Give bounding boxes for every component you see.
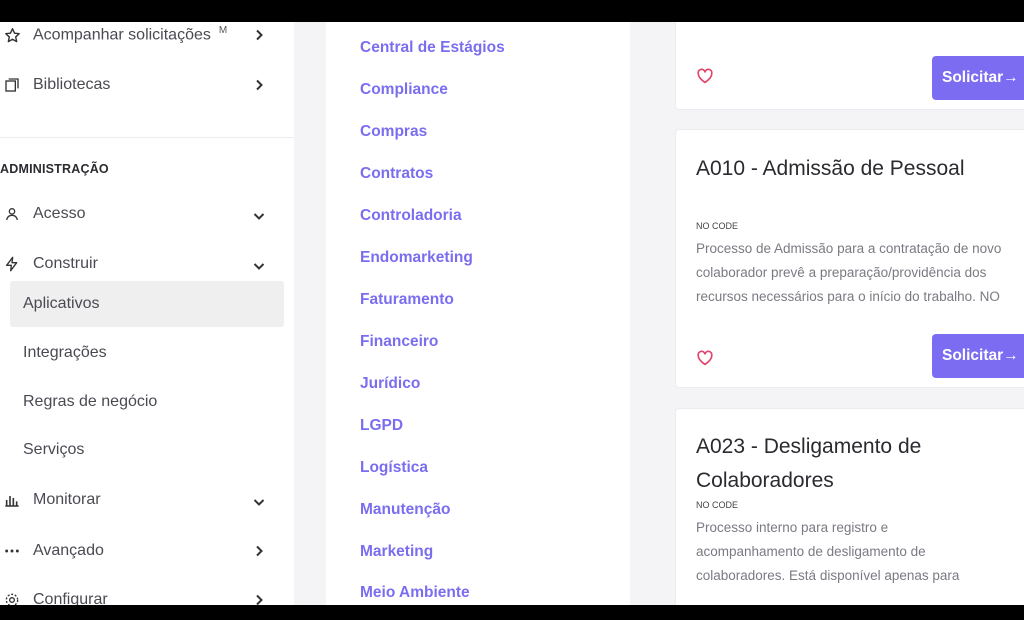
category-link[interactable]: Financeiro xyxy=(360,333,438,351)
solicitar-button[interactable]: Solicitar→ xyxy=(932,56,1024,100)
bolt-icon xyxy=(3,255,21,273)
category-panel: Central de Estágios Compliance Compras C… xyxy=(326,22,630,605)
sidebar-item-label: Regras de negócio xyxy=(23,393,158,410)
star-icon xyxy=(3,26,21,44)
sidebar-item-label: Acesso xyxy=(33,205,86,222)
sidebar-divider xyxy=(0,137,294,138)
chevron-right-icon xyxy=(256,79,263,91)
chevron-down-icon xyxy=(253,213,265,220)
chevron-down-icon xyxy=(253,499,265,506)
sidebar: Acompanhar solicitações M Bibliotecas ADM… xyxy=(0,22,294,605)
category-link[interactable]: Controladoria xyxy=(360,207,462,225)
more-dots-icon xyxy=(3,542,21,560)
category-link[interactable]: Contratos xyxy=(360,165,433,183)
user-icon xyxy=(3,205,21,223)
card-description: Processo interno para registro e acompan… xyxy=(696,520,960,583)
library-icon xyxy=(3,76,21,94)
chevron-down-icon xyxy=(253,263,265,270)
sidebar-item-label: Configurar xyxy=(33,591,108,605)
category-link[interactable]: Jurídico xyxy=(360,375,420,393)
category-link[interactable]: Faturamento xyxy=(360,291,454,309)
chevron-right-icon xyxy=(256,29,263,41)
category-link[interactable]: Compras xyxy=(360,123,427,141)
heart-icon[interactable] xyxy=(696,349,714,367)
sidebar-item-label: Aplicativos xyxy=(23,295,100,312)
bar-chart-icon xyxy=(3,491,21,509)
category-link[interactable]: Manutenção xyxy=(360,501,450,519)
section-title-administracao: ADMINISTRAÇÃO xyxy=(0,162,109,176)
settings-icon xyxy=(3,591,21,605)
card-tag: NO CODE xyxy=(696,221,739,231)
sidebar-item-bibliotecas[interactable]: Bibliotecas xyxy=(0,64,284,106)
card-tag: NO CODE xyxy=(696,500,739,510)
solicitar-button[interactable]: Solicitar→ xyxy=(932,334,1024,378)
sidebar-item-avancado[interactable]: Avançado xyxy=(0,530,284,572)
heart-icon[interactable] xyxy=(696,67,714,85)
sidebar-item-label: Avançado xyxy=(33,542,104,559)
sidebar-item-construir[interactable]: Construir xyxy=(0,243,284,285)
chevron-right-icon xyxy=(256,594,263,605)
sidebar-subitem-aplicativos[interactable]: Aplicativos xyxy=(10,281,284,327)
sidebar-item-label: Monitorar xyxy=(33,491,101,508)
sidebar-item-monitorar[interactable]: Monitorar xyxy=(0,479,284,521)
service-card: A010 - Admissão de Pessoal NO CODE Proce… xyxy=(675,129,1024,388)
category-link[interactable]: Endomarketing xyxy=(360,249,473,267)
sidebar-subitem-integracoes[interactable]: Integrações xyxy=(10,330,284,376)
category-link[interactable]: Compliance xyxy=(360,81,448,99)
sidebar-subitem-servicos[interactable]: Serviços xyxy=(10,427,284,473)
sidebar-item-label: Acompanhar solicitações xyxy=(33,26,211,44)
category-link[interactable]: Meio Ambiente xyxy=(360,584,470,602)
sidebar-item-configurar[interactable]: Configurar xyxy=(0,579,284,605)
service-card: A023 - Desligamento de Colaboradores NO … xyxy=(675,408,1024,605)
category-link[interactable]: LGPD xyxy=(360,417,403,435)
category-link[interactable]: Logística xyxy=(360,459,428,477)
category-link[interactable]: Central de Estágios xyxy=(360,39,505,57)
card-title: A023 - Desligamento de Colaboradores xyxy=(696,435,922,492)
sidebar-item-label: Integrações xyxy=(23,344,107,361)
category-link[interactable]: Marketing xyxy=(360,543,433,561)
sidebar-item-label: Serviços xyxy=(23,441,85,458)
sidebar-item-label: Bibliotecas xyxy=(33,76,111,93)
sidebar-subitem-regras-de-negocio[interactable]: Regras de negócio xyxy=(10,379,284,425)
app-screen: Acompanhar solicitações M Bibliotecas ADM… xyxy=(0,22,1024,605)
card-description: Processo de Admissão para a contratação … xyxy=(696,241,1002,304)
card-title: A010 - Admissão de Pessoal xyxy=(696,157,965,180)
sidebar-item-label: Construir xyxy=(33,255,98,272)
badge: M xyxy=(218,25,228,37)
chevron-right-icon xyxy=(256,545,263,557)
service-card: Solicitar→ xyxy=(675,22,1024,110)
sidebar-item-acesso[interactable]: Acesso xyxy=(0,193,284,235)
sidebar-item-acompanhar-solicitacoes[interactable]: Acompanhar solicitações M xyxy=(0,22,284,56)
